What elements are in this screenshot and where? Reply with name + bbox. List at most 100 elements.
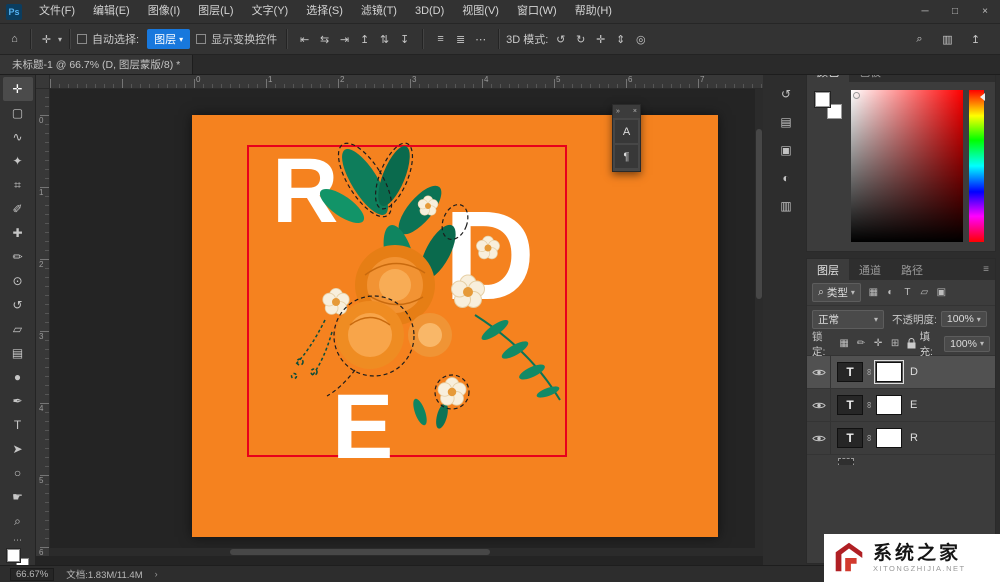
fill-dropdown[interactable]: 100% ▾	[944, 335, 990, 352]
expand-panel-icon[interactable]: »	[616, 108, 620, 115]
3d-mode-icon-3[interactable]: ⇕	[612, 29, 629, 49]
lock-icon-1[interactable]: ✏	[854, 338, 869, 349]
gradient-tool[interactable]: ▤	[3, 341, 33, 365]
3d-mode-icon-2[interactable]: ✛	[592, 29, 609, 49]
lock-icon-2[interactable]: ✛	[871, 338, 886, 349]
lock-icon-0[interactable]: ▦	[837, 338, 852, 349]
character-panel-icon[interactable]: A	[615, 120, 638, 143]
history-icon[interactable]: ↺	[774, 83, 798, 105]
blur-tool[interactable]: ●	[3, 365, 33, 389]
layer-filter-icon-2[interactable]: T	[900, 287, 915, 298]
layer-mask-thumbnail[interactable]	[876, 428, 902, 448]
home-icon[interactable]: ⌂	[6, 29, 23, 49]
color-fg-bg-swatches[interactable]	[815, 92, 842, 119]
blend-mode-dropdown[interactable]: 正常 ▾	[812, 309, 884, 329]
horizontal-scrollbar[interactable]	[50, 548, 755, 556]
distribute-icon-2[interactable]: ⋯	[472, 29, 489, 49]
hand-tool[interactable]: ☛	[3, 485, 33, 509]
search-icon[interactable]: ⌕	[911, 29, 928, 49]
healing-brush-tool[interactable]: ✚	[3, 221, 33, 245]
layer-mask-thumbnail[interactable]	[874, 360, 904, 384]
crop-tool[interactable]: ⌗	[3, 173, 33, 197]
auto-select-checkbox[interactable]	[77, 34, 88, 44]
artwork-canvas[interactable]: R D E	[192, 115, 718, 537]
menu-item-10[interactable]: 帮助(H)	[566, 0, 621, 23]
eraser-tool[interactable]: ▱	[3, 317, 33, 341]
foreground-background-swatches[interactable]	[6, 549, 29, 565]
align-icon-4[interactable]: ⇅	[376, 29, 393, 49]
layer-filter-icon-0[interactable]: ▦	[866, 287, 881, 298]
menu-item-5[interactable]: 选择(S)	[297, 0, 352, 23]
horizontal-scrollbar-thumb[interactable]	[230, 549, 490, 555]
color-picker-marker[interactable]	[853, 92, 860, 99]
menu-item-7[interactable]: 3D(D)	[406, 0, 453, 23]
history-brush-tool[interactable]: ↺	[3, 293, 33, 317]
align-icon-1[interactable]: ⇆	[316, 29, 333, 49]
align-icon-3[interactable]: ↥	[356, 29, 373, 49]
window-close-button[interactable]: ×	[970, 0, 1000, 24]
document-tab[interactable]: 未标题-1 @ 66.7% (D, 图层蒙版/8) *	[0, 55, 194, 74]
menu-item-3[interactable]: 图层(L)	[189, 0, 242, 23]
workspace-switcher-icon[interactable]: ▥	[939, 29, 956, 49]
layer-visibility-toggle[interactable]	[807, 389, 831, 421]
status-flyout-chevron[interactable]: ›	[155, 569, 158, 579]
marquee-tool[interactable]: ▢	[3, 101, 33, 125]
chevron-down-icon[interactable]: ▾	[58, 35, 62, 44]
libraries-icon[interactable]: ▣	[774, 139, 798, 161]
zoom-tool[interactable]: ⌕	[3, 509, 33, 533]
brush-tool[interactable]: ✏	[3, 245, 33, 269]
share-icon[interactable]: ↥	[967, 29, 984, 49]
pen-tool[interactable]: ✒	[3, 389, 33, 413]
foreground-color-swatch[interactable]	[6, 549, 20, 562]
filter-type-dropdown[interactable]: ⌕ 类型 ▾	[812, 283, 861, 302]
zoom-level-field[interactable]: 66.67%	[10, 567, 55, 581]
menu-item-8[interactable]: 视图(V)	[453, 0, 508, 23]
layers-panel-tab-1[interactable]: 通道	[849, 259, 891, 280]
type-tool[interactable]: T	[3, 413, 33, 437]
lasso-tool[interactable]: ∿	[3, 125, 33, 149]
menu-item-1[interactable]: 编辑(E)	[84, 0, 139, 23]
layers-panel-tab-2[interactable]: 路径	[891, 259, 933, 280]
foreground-color-swatch[interactable]	[815, 92, 830, 107]
move-tool[interactable]: ✛	[2, 77, 33, 101]
vertical-scrollbar[interactable]	[755, 89, 763, 556]
eyedropper-tool[interactable]: ✐	[3, 197, 33, 221]
auto-select-target-dropdown[interactable]: 图层 ▾	[147, 29, 191, 49]
layer-row-D[interactable]: T ∞ D	[807, 356, 995, 389]
tool-preset-icon[interactable]: ✛	[38, 29, 55, 49]
hue-slider-marker[interactable]	[980, 93, 985, 101]
menu-item-2[interactable]: 图像(I)	[139, 0, 189, 23]
panel-menu-icon[interactable]: ≡	[977, 264, 995, 275]
saturation-brightness-picker[interactable]	[851, 90, 963, 242]
align-icon-0[interactable]: ⇤	[296, 29, 313, 49]
show-transform-checkbox[interactable]	[196, 34, 207, 44]
styles-icon[interactable]: ▥	[774, 195, 798, 217]
adjustments-icon[interactable]: ◐	[774, 167, 798, 189]
layer-mask-thumbnail[interactable]	[876, 395, 902, 415]
3d-mode-icon-1[interactable]: ↻	[572, 29, 589, 49]
distribute-icon-1[interactable]: ≣	[452, 29, 469, 49]
window-maximize-button[interactable]: □	[940, 0, 970, 24]
3d-mode-icon-0[interactable]: ↺	[552, 29, 569, 49]
layer-filter-icon-4[interactable]: ▣	[934, 287, 949, 298]
properties-icon[interactable]: ▤	[774, 111, 798, 133]
clone-stamp-tool[interactable]: ⊙	[3, 269, 33, 293]
close-icon[interactable]: ×	[633, 108, 637, 115]
vertical-scrollbar-thumb[interactable]	[756, 129, 762, 299]
menu-item-0[interactable]: 文件(F)	[30, 0, 84, 23]
opacity-dropdown[interactable]: 100% ▾	[940, 311, 987, 327]
menu-item-9[interactable]: 窗口(W)	[508, 0, 566, 23]
3d-mode-icon-4[interactable]: ◎	[632, 29, 649, 49]
menu-item-4[interactable]: 文字(Y)	[243, 0, 298, 23]
layer-visibility-toggle[interactable]	[807, 422, 831, 454]
layer-filter-icon-3[interactable]: ▱	[917, 287, 932, 298]
lock-icon-3[interactable]: ⊞	[888, 338, 903, 349]
shape-tool[interactable]: ○	[3, 461, 33, 485]
canvas-area[interactable]: R D E	[50, 89, 763, 556]
quick-selection-tool[interactable]: ✦	[3, 149, 33, 173]
layer-row-partial[interactable]	[807, 455, 995, 465]
distribute-icon-0[interactable]: ≡	[432, 29, 449, 49]
edit-toolbar-icon[interactable]: ⋯	[13, 535, 22, 545]
path-selection-tool[interactable]: ➤	[3, 437, 33, 461]
align-icon-2[interactable]: ⇥	[336, 29, 353, 49]
